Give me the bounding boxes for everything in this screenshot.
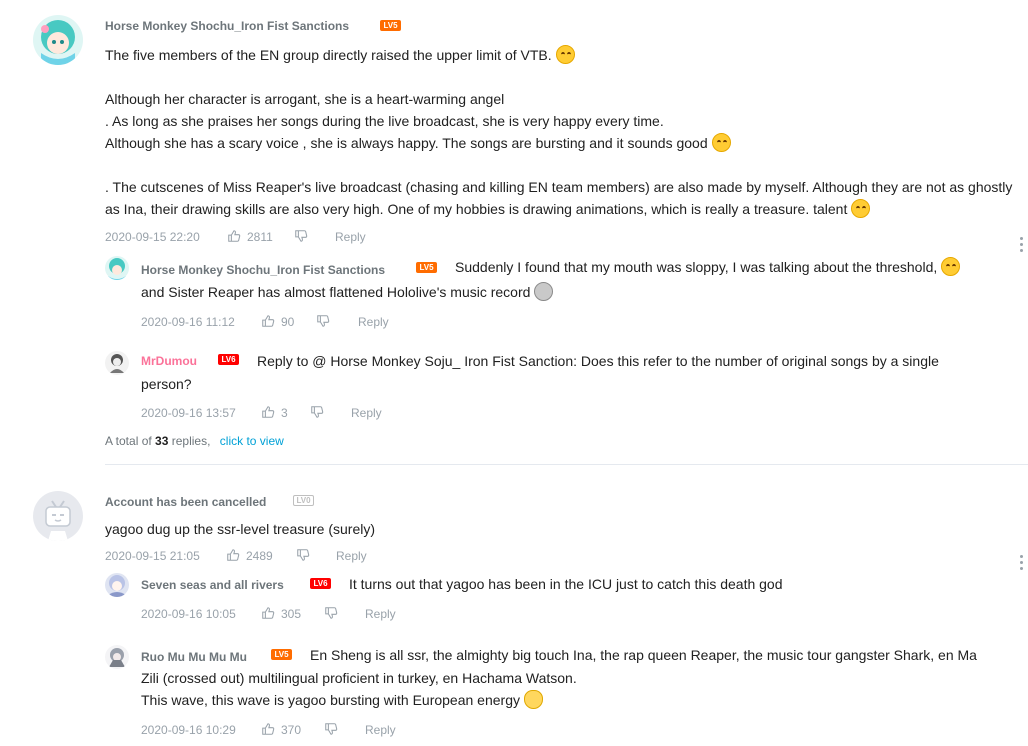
thumb-up-icon [228,230,241,242]
reply-username[interactable]: Horse Monkey Shochu_Iron Fist Sanctions [141,263,385,277]
reply-avatar[interactable] [105,573,129,597]
comment-text: . The cutscenes of Miss Reaper's live br… [105,179,1013,218]
thumb-down-icon [317,315,330,327]
level-badge: LV5 [380,20,401,31]
level-badge: LV6 [218,354,239,365]
reply-time: 2020-09-16 10:05 [141,607,236,621]
reply-meta: 2020-09-16 11:12 90 Reply [141,314,441,330]
thumb-up-icon [262,315,275,327]
reply-text: person? [141,376,192,392]
reply-text: Suddenly I found that my mouth was slopp… [455,256,961,278]
comment-text: Although her character is arrogant, she … [105,91,505,107]
emoji-icon [534,282,554,301]
thumb-down-icon [311,406,324,418]
reply-text: It turns out that yagoo has been in the … [349,576,783,592]
thumb-down-icon [297,549,310,561]
reply-button[interactable]: Reply [336,548,367,564]
like-count: 3 [281,406,288,420]
like-button[interactable]: 2811 [227,229,273,245]
level-badge: LV5 [416,262,437,273]
reply-username[interactable]: Ruo Mu Mu Mu Mu [141,650,247,664]
reply-time: 2020-09-16 13:57 [141,406,236,420]
thumb-down-icon [325,607,338,619]
like-button[interactable]: 2489 [226,548,273,564]
thread-divider [105,464,1028,465]
user-avatar[interactable] [33,491,83,541]
comment-time: 2020-09-15 22:20 [105,230,200,244]
like-button[interactable]: 305 [261,606,301,622]
reply-text: This wave, this wave is yagoo bursting w… [141,689,543,711]
thumb-up-icon [262,607,275,619]
comment-text: The five members of the EN group directl… [105,44,575,66]
thumb-up-icon [262,406,275,418]
reply-text: and Sister Reaper has almost flattened H… [141,281,554,303]
like-count: 90 [281,315,295,329]
reply-button[interactable]: Reply [335,229,366,245]
comment-time: 2020-09-15 21:05 [105,549,200,563]
thumb-down-icon [325,723,338,735]
reply-button[interactable]: Reply [365,722,396,738]
emoji-icon [555,45,575,64]
dislike-button[interactable] [296,548,310,564]
thumb-up-icon [227,549,240,561]
level-badge: LV5 [271,649,292,660]
reply-button[interactable]: Reply [351,405,382,421]
reply-button[interactable]: Reply [358,314,389,330]
reply-meta: 2020-09-16 10:05 305 Reply [141,606,441,622]
reply-text: En Sheng is all ssr, the almighty big to… [310,647,977,663]
reply-meta: 2020-09-16 13:57 3 Reply [141,405,441,421]
reply-text: Zili (crossed out) multilingual proficie… [141,670,577,686]
comment-meta: 2020-09-15 22:20 2811 Reply [105,229,405,245]
comment-username[interactable]: Horse Monkey Shochu_Iron Fist Sanctions [105,19,349,33]
comment-text: yagoo dug up the ssr-level treasure (sur… [105,521,376,537]
reply-avatar[interactable] [105,645,129,669]
reply-avatar[interactable] [105,256,129,280]
comment-username[interactable]: Account has been cancelled [105,495,266,509]
like-count: 305 [281,607,302,621]
like-count: 2811 [247,230,273,244]
reply-button[interactable]: Reply [365,606,396,622]
comment-meta: 2020-09-15 21:05 2489 Reply [105,548,405,564]
emoji-icon [523,690,543,709]
reply-time: 2020-09-16 11:12 [141,315,235,329]
total-replies: A total of 33 replies, click to view [105,434,284,448]
comment-text: . As long as she praises her songs durin… [105,113,664,129]
reply-time: 2020-09-16 10:29 [141,723,236,737]
dislike-button[interactable] [324,606,338,622]
like-count: 370 [281,723,302,737]
dislike-button[interactable] [316,314,330,330]
like-count: 2489 [246,549,273,563]
reply-username[interactable]: Seven seas and all rivers [141,578,284,592]
comment-text: Although she has a scary voice , she is … [105,132,731,154]
level-badge: LV6 [310,578,331,589]
like-button[interactable]: 3 [261,405,288,421]
reply-count: 33 [155,434,169,448]
reply-meta: 2020-09-16 10:29 370 Reply [141,722,441,738]
emoji-icon [851,199,871,218]
more-vertical-icon[interactable] [1020,555,1024,573]
reply-text: Reply to @ Horse Monkey Soju_ Iron Fist … [257,353,939,369]
reply-username[interactable]: MrDumou [141,354,197,368]
like-button[interactable]: 370 [261,722,301,738]
emoji-icon [711,133,731,152]
dislike-button[interactable] [294,229,308,245]
like-button[interactable]: 90 [261,314,294,330]
emoji-icon [941,257,961,276]
view-replies-link[interactable]: click to view [220,434,284,448]
thumb-up-icon [262,723,275,735]
user-avatar[interactable] [33,15,83,65]
thumb-down-icon [295,230,308,242]
level-badge: LV0 [293,495,314,506]
reply-avatar[interactable] [105,351,129,375]
dislike-button[interactable] [324,722,338,738]
more-vertical-icon[interactable] [1020,237,1024,255]
dislike-button[interactable] [310,405,324,421]
